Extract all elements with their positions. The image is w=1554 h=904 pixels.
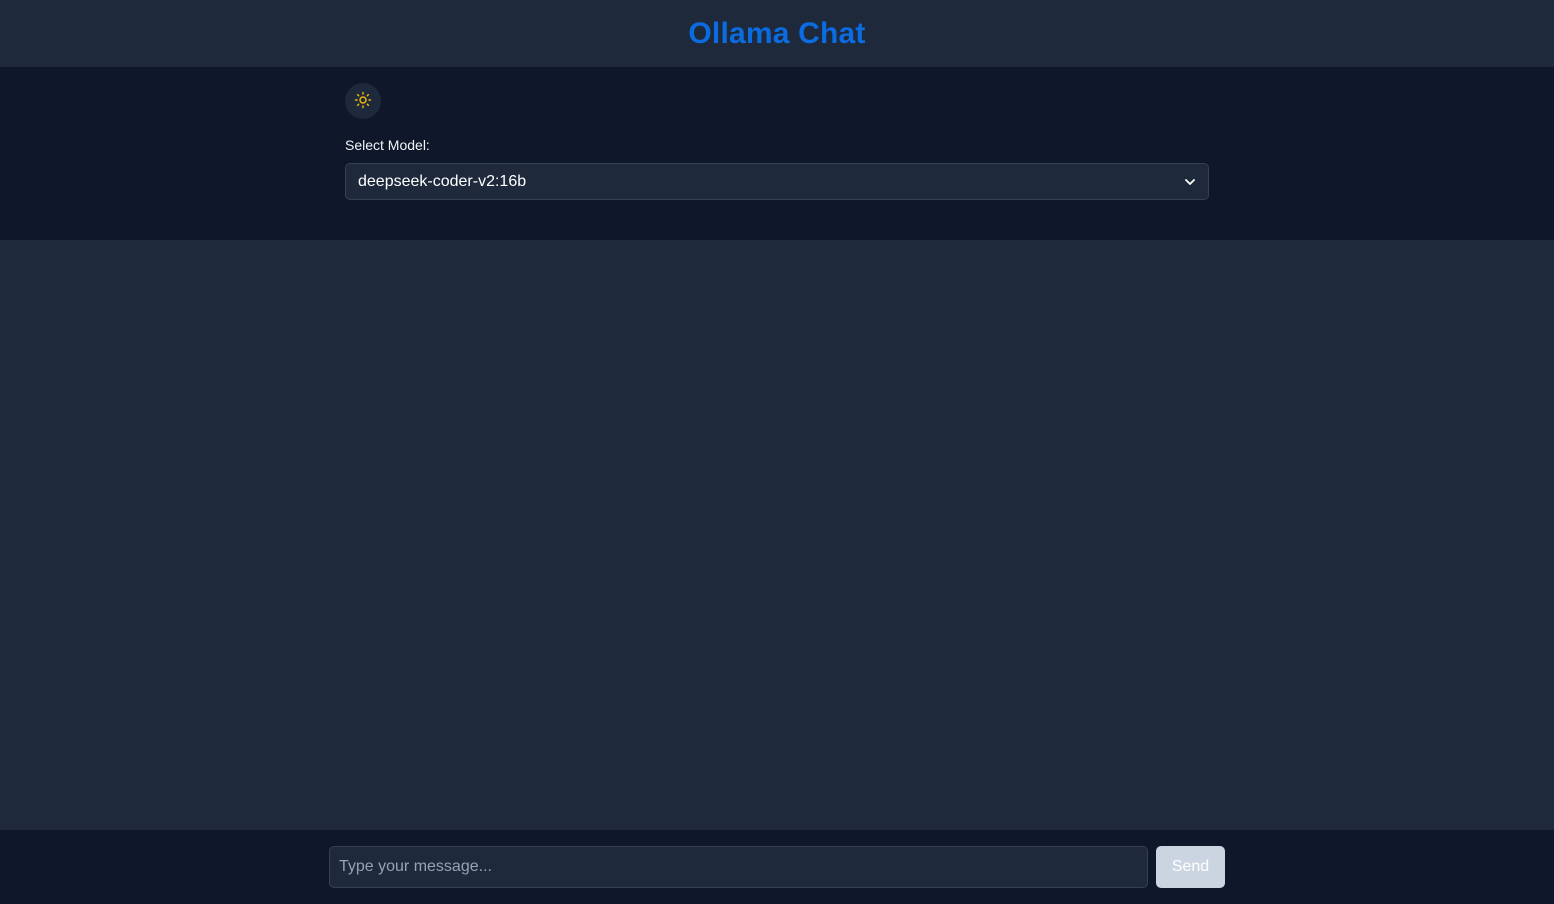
send-button[interactable]: Send (1156, 846, 1225, 888)
chat-messages-area (0, 240, 1554, 830)
model-select[interactable]: deepseek-coder-v2:16b (345, 163, 1209, 200)
model-select-value: deepseek-coder-v2:16b (358, 172, 527, 190)
chevron-down-icon (1184, 176, 1196, 188)
message-composer: Send (0, 830, 1554, 904)
controls-panel: Select Model: deepseek-coder-v2:16b (0, 67, 1554, 240)
message-input[interactable] (329, 846, 1148, 888)
page-title: Ollama Chat (688, 16, 866, 50)
theme-toggle-button[interactable] (345, 83, 381, 119)
app-header: Ollama Chat (0, 0, 1554, 67)
sun-icon (354, 91, 372, 112)
model-select-label: Select Model: (345, 137, 430, 153)
